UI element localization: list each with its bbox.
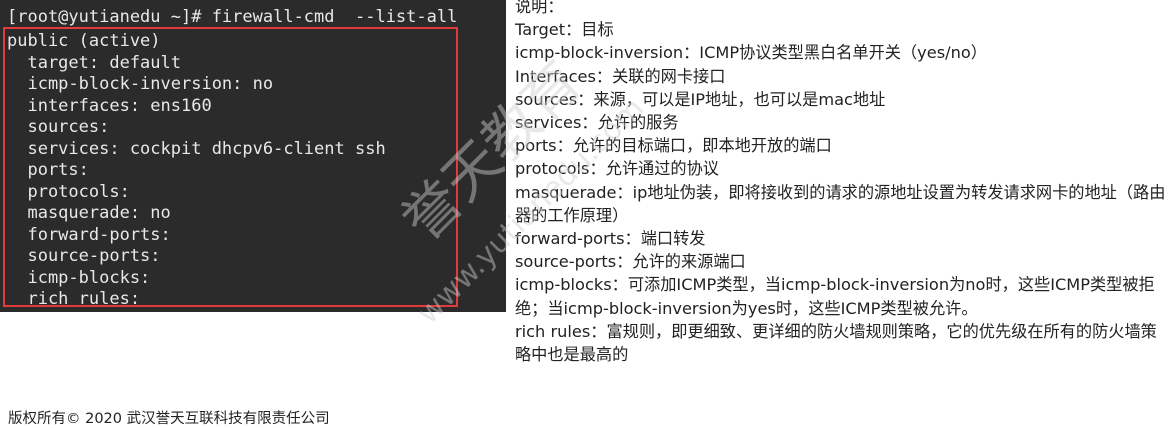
- output-line-target: target: default: [7, 52, 181, 73]
- note-interfaces: Interfaces：关联的网卡接口: [515, 66, 726, 86]
- notes-title: 说明：: [515, 0, 564, 16]
- output-line-services: services: cockpit dhcpv6-client ssh: [7, 138, 386, 159]
- output-line-sources: sources:: [7, 117, 110, 137]
- note-target: Target：目标: [515, 20, 614, 40]
- terminal-output: public (active) target: default icmp-blo…: [0, 31, 506, 311]
- note-source-ports: source-ports：允许的来源端口: [515, 252, 746, 272]
- note-masquerade: masquerade：ip地址伪装，即将接收到的请求的源地址设置为转发请求网卡的…: [515, 182, 1166, 225]
- output-line-zone: public (active): [7, 31, 161, 51]
- note-icmp-blocks: icmp-blocks：可添加ICMP类型，当icmp-block-invers…: [515, 275, 1155, 318]
- output-line-protocols: protocols:: [7, 181, 130, 202]
- output-line-icmp-blocks: icmp-blocks:: [7, 267, 151, 288]
- output-line-icmp-block-inversion: icmp-block-inversion: no: [7, 74, 274, 94]
- note-icmp-block-inversion: icmp-block-inversion：ICMP协议类型黑白名单开关（yes/…: [515, 43, 987, 63]
- note-forward-ports: forward-ports：端口转发: [515, 229, 706, 249]
- output-line-source-ports: source-ports:: [7, 246, 161, 266]
- output-line-forward-ports: forward-ports:: [7, 224, 171, 245]
- terminal-prompt-line: [root@yutianedu ~]# firewall-cmd --list-…: [7, 7, 458, 27]
- output-line-interfaces: interfaces: ens160: [7, 95, 212, 116]
- note-protocols: protocols：允许通过的协议: [515, 159, 719, 179]
- output-line-masquerade: masquerade: no: [7, 203, 171, 223]
- note-sources: sources：来源，可以是IP地址，也可以是mac地址: [515, 89, 886, 109]
- note-ports: ports：允许的目标端口，即本地开放的端口: [515, 136, 832, 156]
- explanation-notes: 说明： Target：目标 icmp-block-inversion：ICMP协…: [515, 0, 1170, 366]
- note-rich-rules: rich rules：富规则，即更细致、更详细的防火墙规则策略，它的优先级在所有…: [515, 321, 1157, 365]
- output-line-rich-rules: rich rules:: [7, 289, 141, 309]
- output-line-ports: ports:: [7, 160, 89, 180]
- note-services: services：允许的服务: [515, 113, 679, 133]
- terminal-window[interactable]: [root@yutianedu ~]# firewall-cmd --list-…: [0, 0, 506, 312]
